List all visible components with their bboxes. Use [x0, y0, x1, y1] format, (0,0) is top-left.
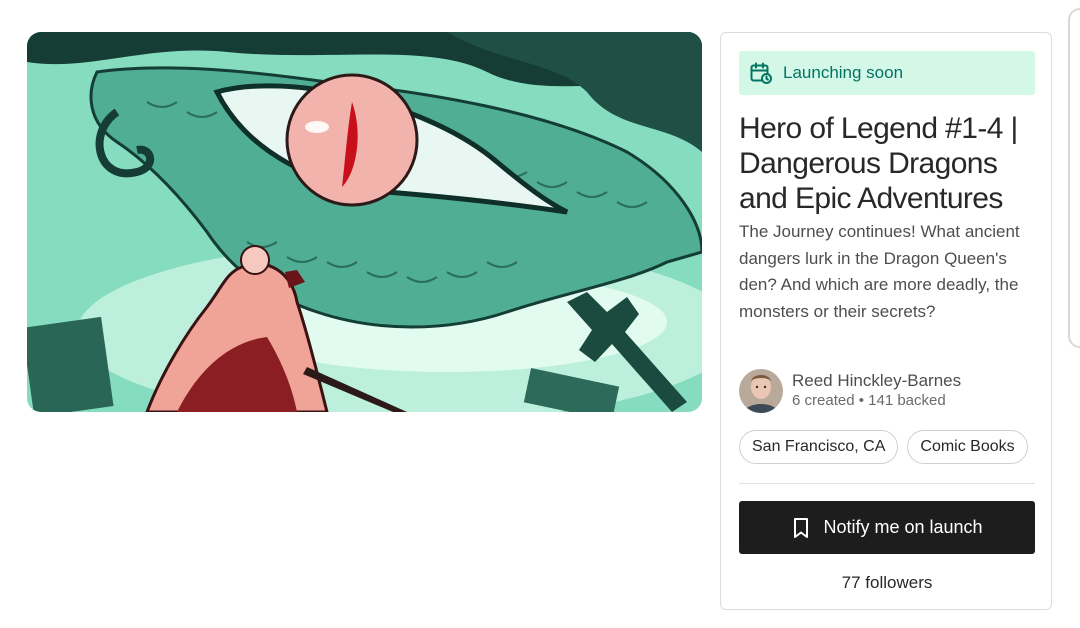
- notify-me-button[interactable]: Notify me on launch: [739, 501, 1035, 554]
- launching-soon-badge: Launching soon: [739, 51, 1035, 95]
- notify-me-label: Notify me on launch: [823, 517, 983, 537]
- category-tag[interactable]: Comic Books: [907, 430, 1028, 464]
- project-title[interactable]: Hero of Legend #1-4 | Dangerous Dragons …: [739, 111, 1039, 216]
- project-hero-image[interactable]: [27, 32, 702, 412]
- location-tag[interactable]: San Francisco, CA: [739, 430, 899, 464]
- backed-count: 141 backed: [868, 392, 946, 409]
- project-card: Launching soon Hero of Legend #1-4 | Dan…: [720, 32, 1052, 610]
- avatar[interactable]: [739, 369, 783, 413]
- creator-stats: 6 created • 141 backed: [792, 391, 961, 411]
- calendar-clock-icon: [749, 61, 773, 85]
- created-count: 6 created: [792, 392, 855, 409]
- scrollbar[interactable]: [1068, 8, 1080, 348]
- dragon-eye-illustration: [27, 32, 702, 412]
- creator-name[interactable]: Reed Hinckley-Barnes: [792, 371, 961, 391]
- dot-separator: •: [858, 392, 869, 409]
- bookmark-icon: [791, 517, 811, 539]
- creator-info[interactable]: Reed Hinckley-Barnes 6 created • 141 bac…: [739, 368, 961, 414]
- followers-count: 77 followers: [841, 573, 933, 592]
- project-tags: San Francisco, CA Comic Books: [739, 430, 1028, 464]
- project-description: The Journey continues! What ancient dang…: [739, 222, 1020, 321]
- launching-soon-label: Launching soon: [783, 63, 904, 82]
- divider: [739, 483, 1035, 484]
